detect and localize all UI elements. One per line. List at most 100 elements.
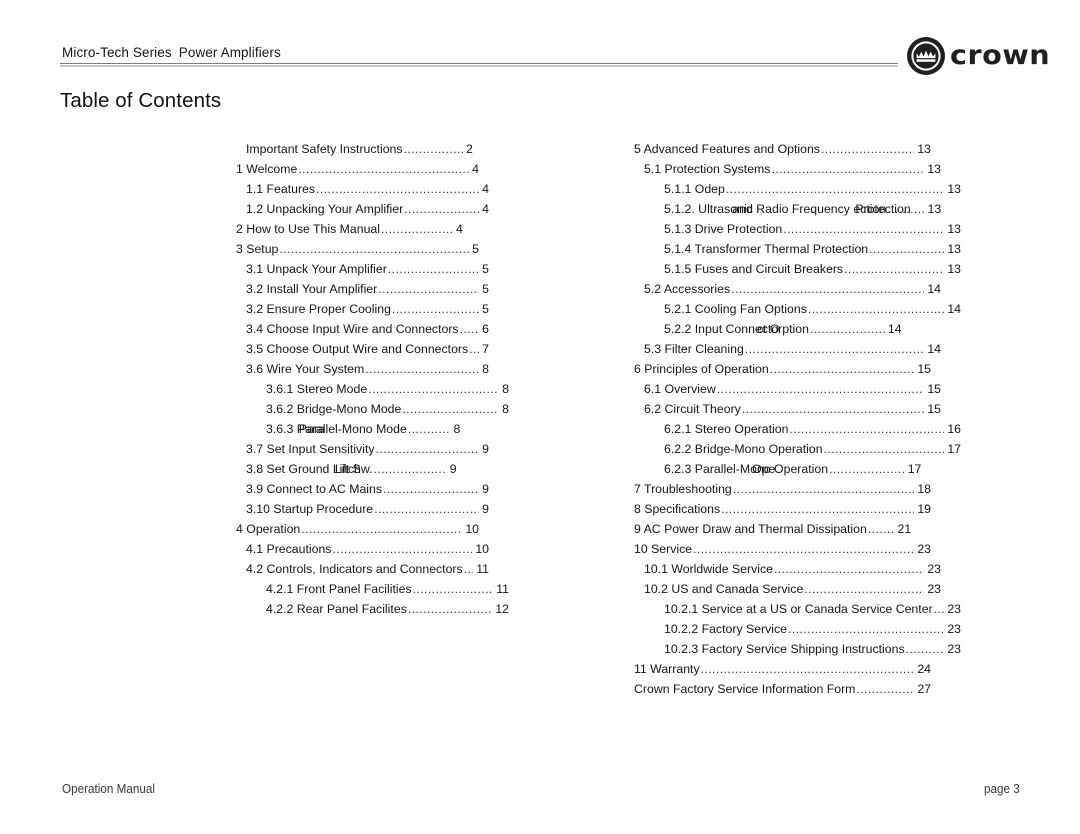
toc-entry[interactable]: 5.1.2. Ultrasonic and Radio Frequency ect… xyxy=(634,202,941,222)
toc-entry-label: 10.1 Worldwide Service xyxy=(644,562,773,576)
toc-entry[interactable]: 10.1 Worldwide Service .................… xyxy=(634,562,941,582)
toc-entry[interactable]: 4.2.1 Front Panel Facilities ...........… xyxy=(236,582,509,602)
toc-entry[interactable]: 5.1 Protection Systems .................… xyxy=(634,162,941,182)
toc-leader-dots: ........................................… xyxy=(404,202,479,216)
toc-entry[interactable]: 5.1.4 Transformer Thermal Protection ...… xyxy=(634,242,961,262)
toc-entry[interactable]: 3.9 Connect to AC Mains ................… xyxy=(236,482,489,502)
toc-entry[interactable]: 5.2.1 Cooling Fan Options ..............… xyxy=(634,302,961,322)
toc-page-number: 17 xyxy=(947,442,961,456)
toc-entry[interactable]: 6.2.2 Bridge-Mono Operation ............… xyxy=(634,442,961,462)
toc-entry[interactable]: 5.2.2 Input Connector ct Option .........… xyxy=(634,322,902,342)
toc-entry[interactable]: 10 Service .............................… xyxy=(634,542,931,562)
toc-entry[interactable]: 6.2.1 Stereo Operation .................… xyxy=(634,422,961,442)
toc-entry-label: 1 Welcome xyxy=(236,162,298,176)
toc-page-number: 18 xyxy=(917,482,931,496)
toc-leader-dots: ........................................… xyxy=(378,282,479,296)
toc-leader-dots: ........................................… xyxy=(725,182,944,196)
toc-entry-label: 1.2 Unpacking Your Amplifier xyxy=(246,202,404,216)
toc-leader-dots: ........................................… xyxy=(391,302,479,316)
toc-entry[interactable]: 3.7 Set Input Sensitivity ..............… xyxy=(236,442,489,462)
toc-entry-label: 6.2.1 Stereo Operation xyxy=(664,422,789,436)
toc-entry[interactable]: 10.2 US and Canada Service .............… xyxy=(634,582,941,602)
toc-entry[interactable]: 5.3 Filter Cleaning ....................… xyxy=(634,342,941,362)
toc-page-number: 17 xyxy=(907,462,922,476)
toc-entry[interactable]: 3.6.2 Bridge-Mono Mode .................… xyxy=(236,402,509,422)
toc-entry[interactable]: 11 Warranty ............................… xyxy=(634,662,931,682)
toc-page-number: 21 xyxy=(897,522,912,536)
table-of-contents: Important Safety Instructions ..........… xyxy=(0,142,1080,712)
toc-page-number: 2 xyxy=(465,142,473,156)
toc-entry[interactable]: 6 Principles of Operation ..............… xyxy=(634,362,931,382)
toc-entry[interactable]: 4.2 Controls, Indicators and Connectors … xyxy=(236,562,489,582)
toc-entry[interactable]: 5 Advanced Features and Options ........… xyxy=(634,142,931,162)
toc-entry[interactable]: 3.4 Choose Input Wire and Connectors ...… xyxy=(236,322,489,342)
toc-entry[interactable]: 3.8 Set Ground Lift S Litch w. ...........… xyxy=(236,462,457,482)
toc-leader-dots: ........................................… xyxy=(407,602,493,616)
overlapped-text: ection Protection xyxy=(853,202,910,216)
toc-entry-label: 3.6.2 Bridge-Mono Mode xyxy=(266,402,402,416)
toc-entry[interactable]: 5.1.5 Fuses and Circuit Breakers .......… xyxy=(634,262,961,282)
toc-entry[interactable]: 3.6.1 Stereo Mode ......................… xyxy=(236,382,509,402)
page-title: Table of Contents xyxy=(60,89,222,112)
toc-entry[interactable]: 5.1.1 Odep .............................… xyxy=(634,182,961,202)
toc-entry[interactable]: 3.2 Install Your Amplifier .............… xyxy=(236,282,489,302)
toc-page-number: 13 xyxy=(947,262,961,276)
toc-leader-dots: ........................................… xyxy=(809,322,885,336)
toc-entry[interactable]: 7 Troubleshooting ......................… xyxy=(634,482,931,502)
toc-entry[interactable]: Crown Factory Service Information Form .… xyxy=(634,682,931,702)
toc-page-number: 5 xyxy=(482,282,489,296)
toc-leader-dots: ........................................… xyxy=(783,222,945,236)
running-head: Micro-Tech Series Power Amplifiers xyxy=(62,45,281,60)
toc-entry-label: 8 Specifications xyxy=(634,502,721,516)
header-rule xyxy=(60,63,898,67)
toc-entry[interactable]: 1 Welcome ..............................… xyxy=(236,162,479,182)
toc-entry-label: 6.2.3 Parallel-Mono O Ope peration xyxy=(664,462,829,476)
toc-entry[interactable]: 1.1 Features ...........................… xyxy=(236,182,489,202)
toc-entry[interactable]: 10.2.2 Factory Service .................… xyxy=(634,622,961,642)
toc-entry-label: 5.1.2. Ultrasonic and Radio Frequency ect… xyxy=(664,202,911,216)
toc-entry[interactable]: 6.1 Overview ...........................… xyxy=(634,382,941,402)
toc-leader-dots: ........................................… xyxy=(721,502,914,516)
toc-leader-dots: ........................................… xyxy=(807,302,945,316)
overlapped-text: onic and xyxy=(730,202,753,216)
toc-entry[interactable]: 9 AC Power Draw and Thermal Dissipation … xyxy=(634,522,911,542)
toc-entry[interactable]: 2 How to Use This Manual ...............… xyxy=(236,222,463,242)
toc-page-number: 13 xyxy=(947,242,961,256)
toc-entry[interactable]: 3.10 Startup Procedure .................… xyxy=(236,502,489,522)
toc-entry[interactable]: 3.1 Unpack Your Amplifier ..............… xyxy=(236,262,489,282)
toc-entry[interactable]: 3.6 Wire Your System ...................… xyxy=(236,362,489,382)
toc-entry[interactable]: 10.2.1 Service at a US or Canada Service… xyxy=(634,602,961,622)
toc-entry-label: 3.6 Wire Your System xyxy=(246,362,365,376)
toc-page-number: 16 xyxy=(947,422,961,436)
toc-entry-label: 4.2 Controls, Indicators and Connectors xyxy=(246,562,463,576)
toc-entry[interactable]: 5.2 Accessories ........................… xyxy=(634,282,941,302)
crown-wordmark: crown xyxy=(950,40,1051,71)
toc-page-number: 9 xyxy=(449,462,457,476)
toc-leader-dots: ........................................… xyxy=(804,582,924,596)
toc-entry[interactable]: 3.5 Choose Output Wire and Connectors ..… xyxy=(236,342,489,362)
toc-entry[interactable]: 3.6.3 Parallel- Para Mono Mode ...........… xyxy=(236,422,460,442)
toc-page-number: 10 xyxy=(465,522,479,536)
toc-entry[interactable]: 6.2 Circuit Theory .....................… xyxy=(634,402,941,422)
toc-entry[interactable]: 4.1 Precautions ........................… xyxy=(236,542,489,562)
toc-entry[interactable]: 10.2.3 Factory Service Shipping Instruct… xyxy=(634,642,961,662)
toc-leader-dots: ........................................… xyxy=(332,542,472,556)
toc-leader-dots: ........................................… xyxy=(844,262,944,276)
toc-entry[interactable]: 4.2.2 Rear Panel Facilites .............… xyxy=(236,602,509,622)
toc-entry[interactable]: 6.2.3 Parallel-Mono O Ope peration .......… xyxy=(634,462,921,482)
running-head-series: Micro-Tech Series xyxy=(62,45,172,60)
toc-page-number: 24 xyxy=(917,662,931,676)
toc-entry-label: Important Safety Instructions xyxy=(246,142,403,156)
toc-entry-label: 3.2 Ensure Proper Cooling xyxy=(246,302,391,316)
toc-entry[interactable]: Important Safety Instructions ..........… xyxy=(236,142,473,162)
toc-entry[interactable]: 3 Setup ................................… xyxy=(236,242,479,262)
toc-leader-dots: ........................................… xyxy=(773,562,924,576)
toc-entry[interactable]: 3.2 Ensure Proper Cooling ..............… xyxy=(236,302,489,322)
toc-leader-dots: ........................................… xyxy=(869,242,944,256)
toc-leader-dots: ........................................… xyxy=(298,162,470,176)
toc-entry[interactable]: 5.1.3 Drive Protection .................… xyxy=(634,222,961,242)
toc-page-number: 23 xyxy=(927,582,941,596)
toc-entry[interactable]: 4 Operation ............................… xyxy=(236,522,479,542)
toc-entry[interactable]: 1.2 Unpacking Your Amplifier ...........… xyxy=(236,202,489,222)
toc-entry[interactable]: 8 Specifications .......................… xyxy=(634,502,931,522)
